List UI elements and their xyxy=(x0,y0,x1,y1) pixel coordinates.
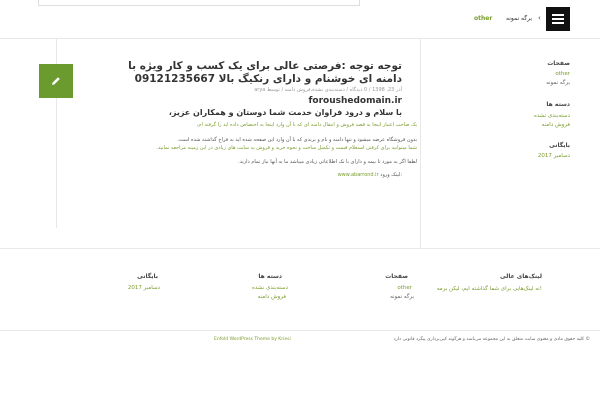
post-site-label: لینک ورود: xyxy=(380,172,402,178)
pencil-icon xyxy=(52,77,60,85)
post-site-line: www.abarrond.ir لینک ورود: xyxy=(338,172,402,178)
footer-links-text: نه لینک‌هایی برای شما گذاشته ایم، لیکن ب… xyxy=(436,286,542,292)
menu-bar-icon xyxy=(552,18,564,20)
post-paragraph: بدون فروشگاه عرضه میشود و تنها دامنه و ن… xyxy=(177,137,417,143)
footer-category-domain-sale[interactable]: فروش دامنه xyxy=(258,294,286,300)
search-bar[interactable] xyxy=(38,0,360,6)
post-greeting: با سلام و درود فراوان خدمت شما دوستان و … xyxy=(168,108,402,117)
menu-bar-icon xyxy=(552,14,564,16)
menu-bar-icon xyxy=(552,22,564,24)
footer-page-sample[interactable]: برگه نمونه xyxy=(390,294,414,300)
sidebar-page-other[interactable]: other xyxy=(555,71,570,77)
post-meta: آذر 23, 1398 / 0 دیدگاه / دسته‌بندی نشده… xyxy=(254,87,402,93)
footer-categories-title: دسته ها xyxy=(258,273,282,280)
post-domain: foroushedomain.ir xyxy=(308,96,402,106)
nav-item-other[interactable]: other xyxy=(474,15,492,22)
sidebar-category-uncategorized[interactable]: دسته‌بندی نشده xyxy=(534,113,570,119)
sidebar-page-sample[interactable]: برگه نمونه xyxy=(546,80,570,86)
footer-pages-title: صفحات xyxy=(385,273,408,280)
footer-top-divider xyxy=(0,248,600,249)
footer-archive-dec-2017[interactable]: دسامبر 2017 xyxy=(128,285,160,291)
post-site-link[interactable]: www.abarrond.ir xyxy=(338,172,379,178)
post-paragraph: یک صاحب اعتبار اینجا به قصد فروش و انتقا… xyxy=(196,122,417,128)
nav-arrow-icon: ‹ xyxy=(538,14,541,22)
footer-category-uncategorized[interactable]: دسته‌بندی نشده xyxy=(252,285,288,291)
nav-item-sample-page[interactable]: برگه نمونه xyxy=(506,15,532,22)
sidebar-archive-dec-2017[interactable]: دسامبر 2017 xyxy=(538,153,570,159)
theme-credit-link[interactable]: Enfold WordPress Theme by Kriesi xyxy=(214,337,291,342)
post-format-icon[interactable] xyxy=(39,64,73,98)
hamburger-menu-button[interactable] xyxy=(546,7,570,31)
footer-page-other[interactable]: other xyxy=(397,285,412,291)
footer-links-title: لینک‌های عالی xyxy=(500,273,542,280)
footer-archives-title: بایگانی xyxy=(137,273,158,280)
post-paragraph: شما میتوانید برای کرفتن استعلام قیمت و ت… xyxy=(156,145,417,151)
sidebar-pages-title: صفحات xyxy=(547,60,570,67)
sidebar-archives-title: بایگانی xyxy=(549,142,570,149)
post-title[interactable]: توجه توجه :فرصتی عالی برای یک کسب و کار … xyxy=(102,60,402,86)
sidebar-category-domain-sale[interactable]: فروش دامنه xyxy=(542,122,570,128)
copyright-text: © کلیه حقوق مادی و معنوی سایت متعلق به ا… xyxy=(393,337,590,342)
post-paragraph: لطفا اگر به مورد تا بیمه و دارای با نک ا… xyxy=(238,159,417,165)
sidebar-categories-title: دسته ها xyxy=(546,101,570,108)
content-divider-right xyxy=(420,38,421,248)
